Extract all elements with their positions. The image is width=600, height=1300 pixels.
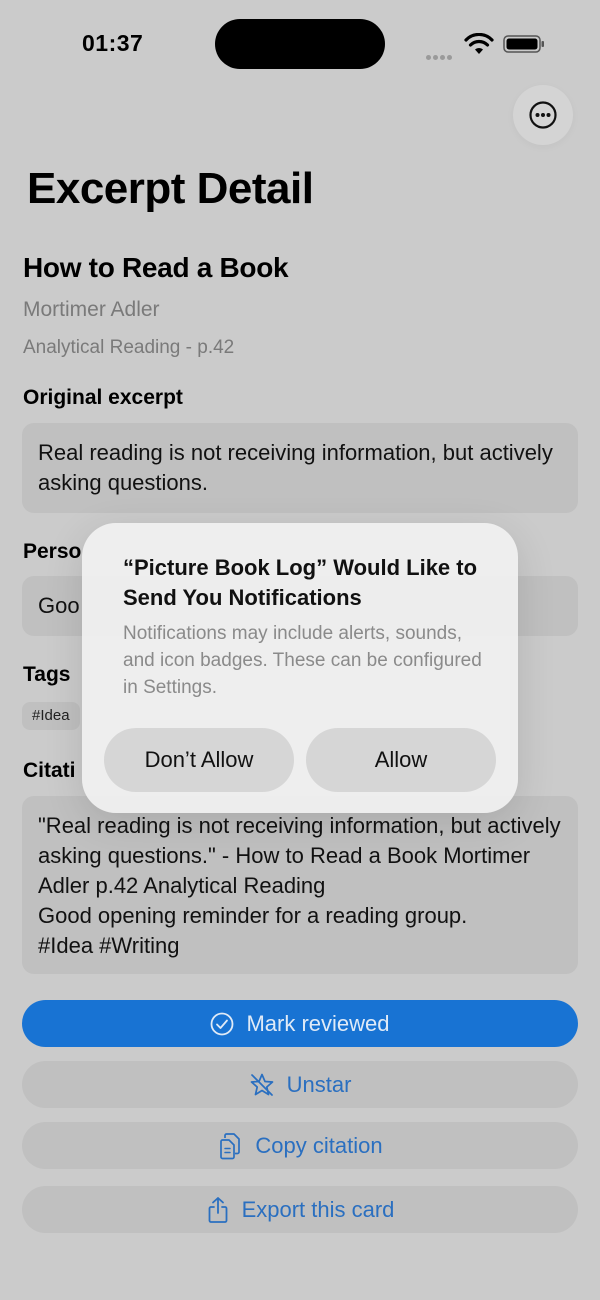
allow-button[interactable]: Allow	[306, 728, 496, 792]
dynamic-island	[215, 19, 385, 69]
dont-allow-button[interactable]: Don’t Allow	[104, 728, 294, 792]
copy-citation-label: Copy citation	[255, 1132, 383, 1158]
export-card-label: Export this card	[241, 1196, 395, 1222]
star-slash-icon	[250, 1073, 273, 1096]
status-time: 01:37	[82, 30, 144, 56]
page-title: Excerpt Detail	[27, 164, 314, 213]
export-card-button[interactable]: Export this card	[22, 1186, 578, 1233]
notification-permission-alert: “Picture Book Log” Would Like to Send Yo…	[82, 523, 518, 813]
original-excerpt-label: Original excerpt	[23, 386, 183, 409]
copy-citation-button[interactable]: Copy citation	[22, 1122, 578, 1169]
checkmark-circle-icon	[211, 1012, 234, 1035]
unstar-label: Unstar	[286, 1071, 352, 1097]
share-icon	[208, 1196, 227, 1223]
copy-document-icon	[220, 1132, 241, 1159]
book-title: How to Read a Book	[23, 252, 289, 283]
signal-icon	[426, 47, 454, 65]
book-chapter: Analytical Reading - p.42	[23, 337, 235, 358]
more-options-button[interactable]	[513, 85, 573, 145]
screen: 01:37 Excerpt Detail How to Read a Book …	[0, 0, 600, 1300]
wifi-icon	[464, 33, 494, 54]
book-author: Mortimer Adler	[23, 298, 160, 321]
mark-reviewed-button[interactable]: Mark reviewed	[22, 1000, 578, 1047]
alert-title: “Picture Book Log” Would Like to Send Yo…	[123, 555, 478, 610]
battery-icon	[503, 35, 544, 53]
original-excerpt-text: Real reading is not receiving informatio…	[22, 423, 578, 513]
citation-text: "Real reading is not receiving informati…	[22, 796, 578, 974]
ellipsis-circle-icon	[529, 101, 557, 129]
unstar-button[interactable]: Unstar	[22, 1061, 578, 1108]
alert-message: Notifications may include alerts, sounds…	[123, 623, 482, 698]
tag-chip[interactable]: #Idea	[22, 702, 80, 730]
mark-reviewed-label: Mark reviewed	[246, 1010, 390, 1036]
personal-note-label: Perso	[23, 540, 82, 563]
tags-label: Tags	[23, 663, 71, 686]
citation-label: Citati	[23, 759, 76, 782]
